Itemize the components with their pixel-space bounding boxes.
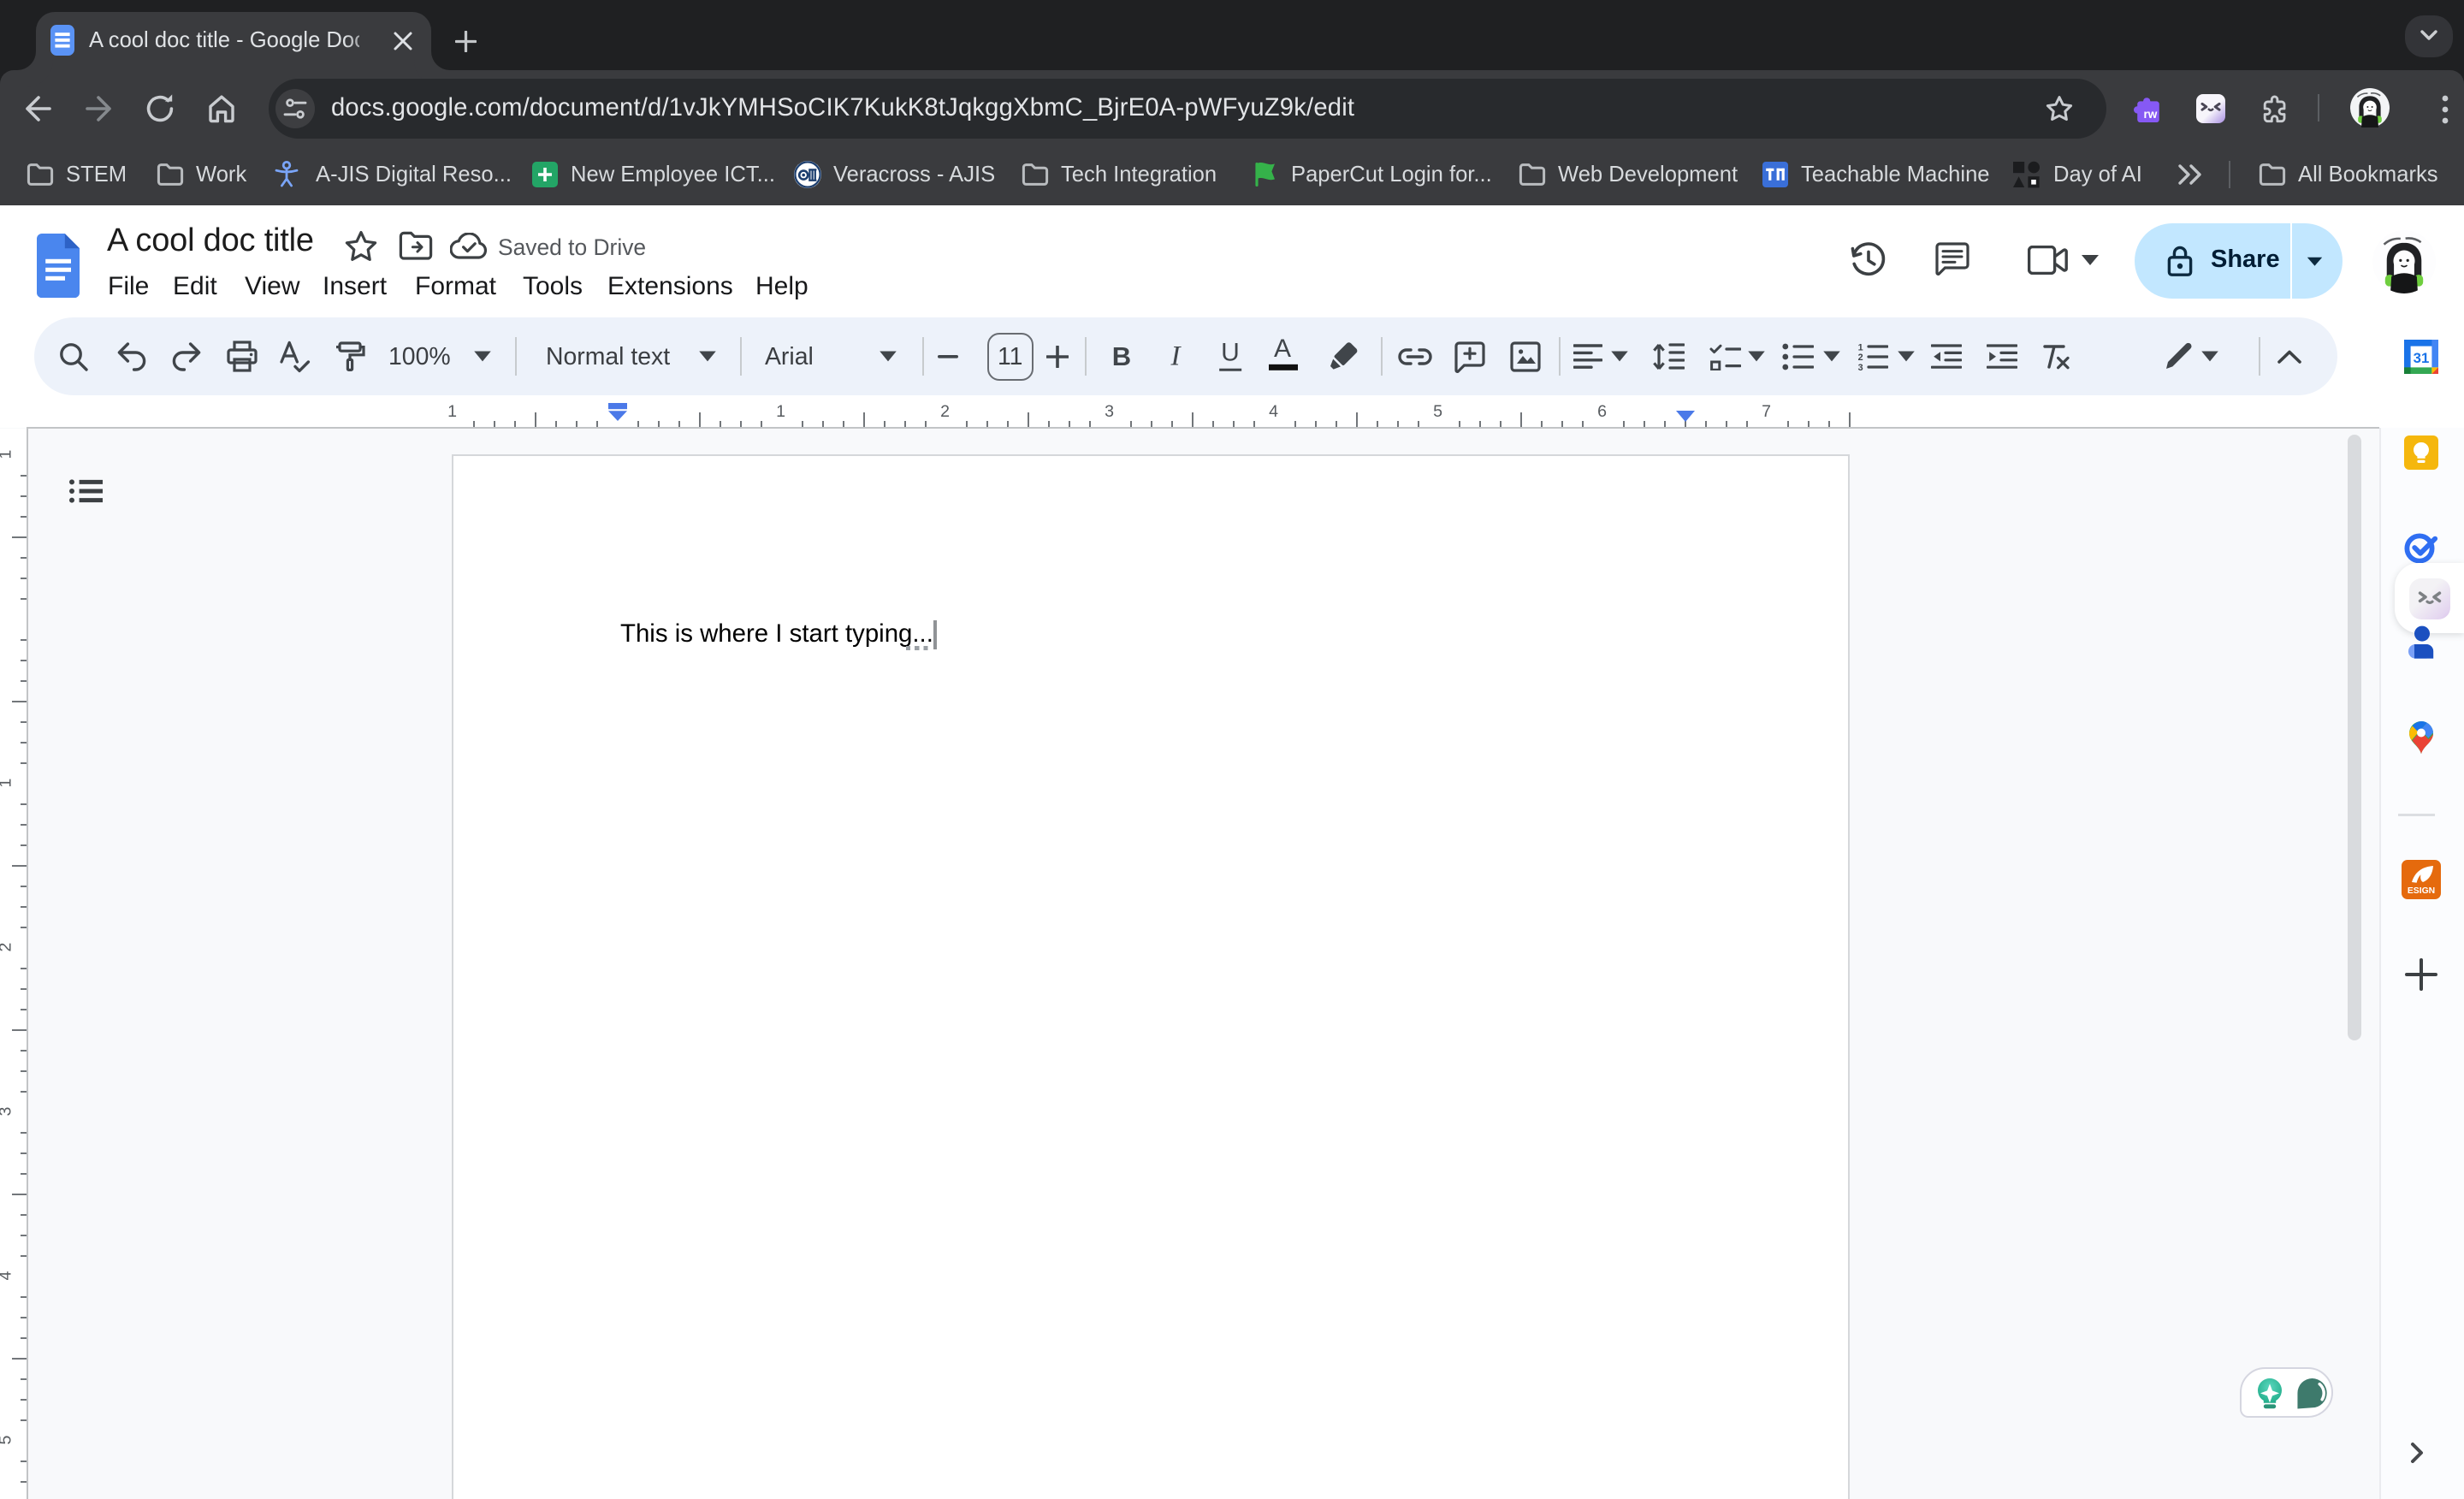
- svg-text:31: 31: [2414, 350, 2430, 366]
- svg-text:3: 3: [1858, 363, 1863, 371]
- svg-text:rw: rw: [2143, 108, 2157, 121]
- svg-text:ESIGN: ESIGN: [2408, 886, 2435, 896]
- svg-text:1: 1: [1858, 342, 1863, 353]
- svg-text:2: 2: [1858, 353, 1863, 363]
